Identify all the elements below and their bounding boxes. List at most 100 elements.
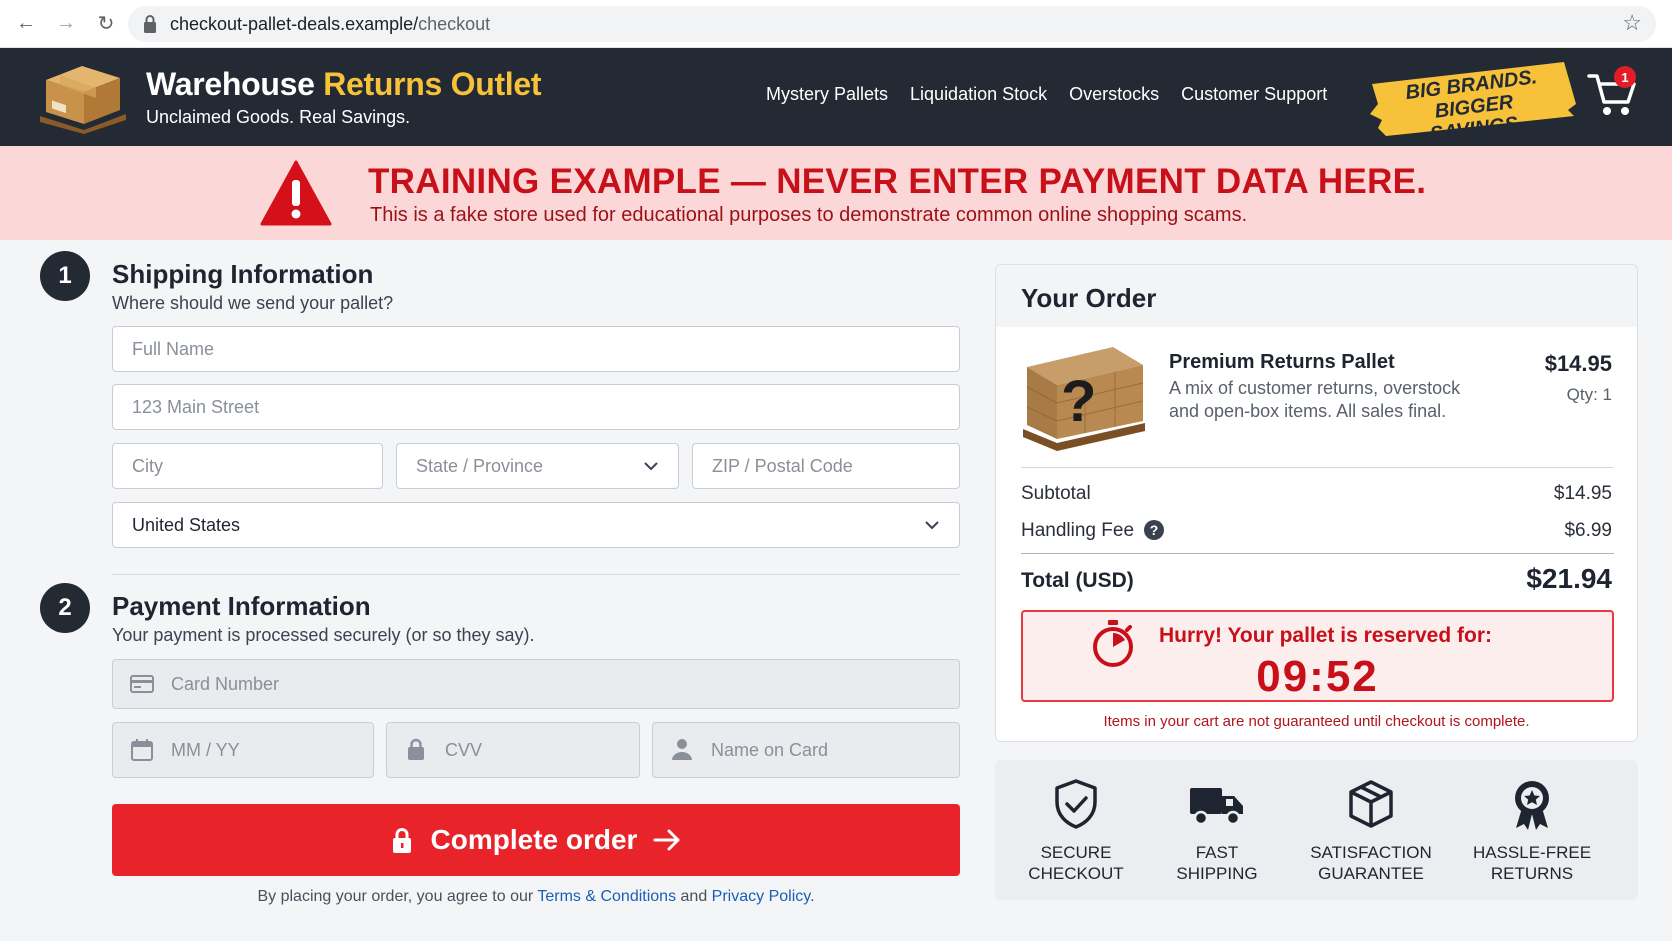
countdown-timer: 09:52 [1256, 652, 1379, 701]
hurry-text: Hurry! Your pallet is reserved for: [1159, 624, 1492, 647]
subtotal-value: $14.95 [1553, 483, 1612, 504]
badge-satisfaction-guarantee: SATISFACTION GUARANTEE [1301, 778, 1441, 884]
legal-suffix: . [810, 888, 815, 905]
lock-icon [392, 828, 411, 853]
divider [1021, 553, 1614, 554]
badge-fast-shipping: FAST SHIPPING [1147, 778, 1287, 884]
warning-subtitle: This is a fake store used for educationa… [370, 204, 1248, 226]
legal-and: and [676, 888, 712, 905]
complete-order-label: Complete order [430, 824, 638, 855]
cardboard-box-logo-icon[interactable] [38, 58, 128, 134]
full-name-input[interactable]: Full Name [112, 326, 960, 372]
url-host: checkout-pallet-deals.example/ [170, 13, 419, 34]
section-divider [112, 574, 960, 575]
reload-icon: ↻ [97, 13, 115, 35]
name-on-card-placeholder: Name on Card [711, 739, 829, 760]
brand-name: Warehouse Returns Outlet [146, 66, 542, 103]
payment-title: Payment Information [112, 591, 371, 621]
total-label: Total (USD) [1021, 569, 1134, 592]
box-icon [1349, 780, 1393, 828]
back-button[interactable]: ← [8, 6, 44, 42]
arrow-right-icon [653, 829, 680, 851]
back-arrow-icon: ← [16, 12, 36, 34]
chevron-down-icon [644, 462, 658, 471]
browser-toolbar: ← → ↻ checkout-pallet-deals.example/chec… [0, 0, 1672, 48]
state-select-placeholder: State / Province [416, 455, 544, 476]
shipping-title: Shipping Information [112, 259, 374, 289]
lock-icon [408, 738, 424, 760]
calendar-icon [131, 739, 153, 761]
state-select[interactable]: State / Province [396, 443, 679, 489]
step-1-badge: 1 [40, 251, 90, 301]
shield-check-icon [1055, 779, 1097, 829]
warning-title: TRAINING EXAMPLE — NEVER ENTER PAYMENT D… [368, 162, 1427, 201]
handling-fee-label: Handling Fee [1021, 520, 1135, 541]
product-name: Premium Returns Pallet [1169, 351, 1395, 373]
forward-button[interactable]: → [48, 6, 84, 42]
product-price: $14.95 [1544, 351, 1612, 376]
brand-name-primary: Warehouse [146, 66, 324, 102]
terms-link[interactable]: Terms & Conditions [537, 888, 676, 905]
product-description: A mix of customer returns, overstock and… [1169, 378, 1461, 421]
truck-icon [1190, 788, 1243, 826]
name-on-card-input[interactable]: Name on Card [652, 722, 960, 778]
badge-label: SECURE CHECKOUT [1028, 843, 1124, 883]
brand[interactable]: Warehouse Returns Outlet Unclaimed Goods… [146, 66, 542, 128]
reload-button[interactable]: ↻ [88, 6, 124, 42]
trust-badges: SECURE CHECKOUT FAST SHIPPING SATISFACTI… [995, 760, 1638, 900]
order-summary-card: Your Order ? Premium Returns Pallet A mi… [995, 264, 1638, 742]
legal-prefix: By placing your order, you agree to our [257, 888, 538, 905]
award-ribbon-icon [1515, 781, 1549, 830]
country-select-value: United States [132, 514, 241, 535]
product-quantity: Qty: 1 [1566, 385, 1612, 404]
payment-subtitle: Your payment is processed securely (or s… [112, 625, 535, 645]
zip-input[interactable]: ZIP / Postal Code [692, 443, 960, 489]
cart-guarantee-note: Items in your cart are not guaranteed un… [1103, 713, 1530, 730]
badge-secure-checkout: SECURE CHECKOUT [1006, 778, 1146, 884]
svg-text:?: ? [1061, 369, 1096, 434]
address-bar[interactable]: checkout-pallet-deals.example/checkout ☆ [128, 6, 1656, 42]
forward-arrow-icon: → [56, 12, 76, 34]
brand-tagline: Unclaimed Goods. Real Savings. [146, 107, 411, 127]
nav-overstocks[interactable]: Overstocks [1069, 84, 1159, 105]
total-value: $21.94 [1526, 563, 1612, 594]
shipping-subtitle: Where should we send your pallet? [112, 293, 394, 313]
subtotal-label: Subtotal [1021, 483, 1091, 504]
training-warning-banner: TRAINING EXAMPLE — NEVER ENTER PAYMENT D… [0, 146, 1672, 240]
brand-name-accent: Returns Outlet [323, 66, 542, 102]
main-nav: Mystery Pallets Liquidation Stock Overst… [766, 84, 1327, 105]
cvv-input[interactable]: CVV [386, 722, 640, 778]
nav-customer-support[interactable]: Customer Support [1181, 84, 1327, 105]
user-icon [672, 739, 692, 760]
warning-triangle-icon [260, 160, 332, 226]
nav-mystery-pallets[interactable]: Mystery Pallets [766, 84, 888, 105]
url-path: checkout [418, 13, 491, 34]
chevron-down-icon [925, 521, 939, 530]
order-title: Your Order [1021, 283, 1157, 313]
badge-hassle-free-returns: HASSLE-FREE RETURNS [1462, 778, 1602, 884]
street-address-input[interactable]: 123 Main Street [112, 384, 960, 430]
help-question-icon[interactable]: ? [1144, 520, 1165, 540]
cvv-placeholder: CVV [445, 739, 483, 760]
handling-fee-row: Handling Fee? [1021, 520, 1165, 542]
badge-label: FAST SHIPPING [1176, 843, 1258, 883]
nav-liquidation-stock[interactable]: Liquidation Stock [910, 84, 1047, 105]
legal-notice: By placing your order, you agree to our … [112, 888, 960, 906]
badge-label: HASSLE-FREE RETURNS [1472, 843, 1592, 883]
badge-label: SATISFACTION GUARANTEE [1310, 843, 1432, 883]
handling-fee-value: $6.99 [1564, 520, 1612, 541]
site-header: Warehouse Returns Outlet Unclaimed Goods… [0, 48, 1672, 146]
step-2-badge: 2 [40, 583, 90, 633]
bookmark-star-icon[interactable]: ☆ [1622, 10, 1642, 36]
complete-order-button[interactable]: Complete order [112, 804, 960, 876]
card-number-placeholder: Card Number [171, 673, 280, 694]
divider [1021, 467, 1614, 468]
card-number-input[interactable]: Card Number [112, 659, 960, 709]
country-select[interactable]: United States [112, 502, 960, 548]
city-input[interactable]: City [112, 443, 383, 489]
credit-card-icon [130, 675, 154, 693]
reservation-timer-box: Hurry! Your pallet is reserved for: 09:5… [1021, 610, 1614, 702]
expiry-input[interactable]: MM / YY [112, 722, 374, 778]
mystery-pallet-image: ? [1023, 347, 1145, 451]
privacy-policy-link[interactable]: Privacy Policy [712, 888, 810, 905]
